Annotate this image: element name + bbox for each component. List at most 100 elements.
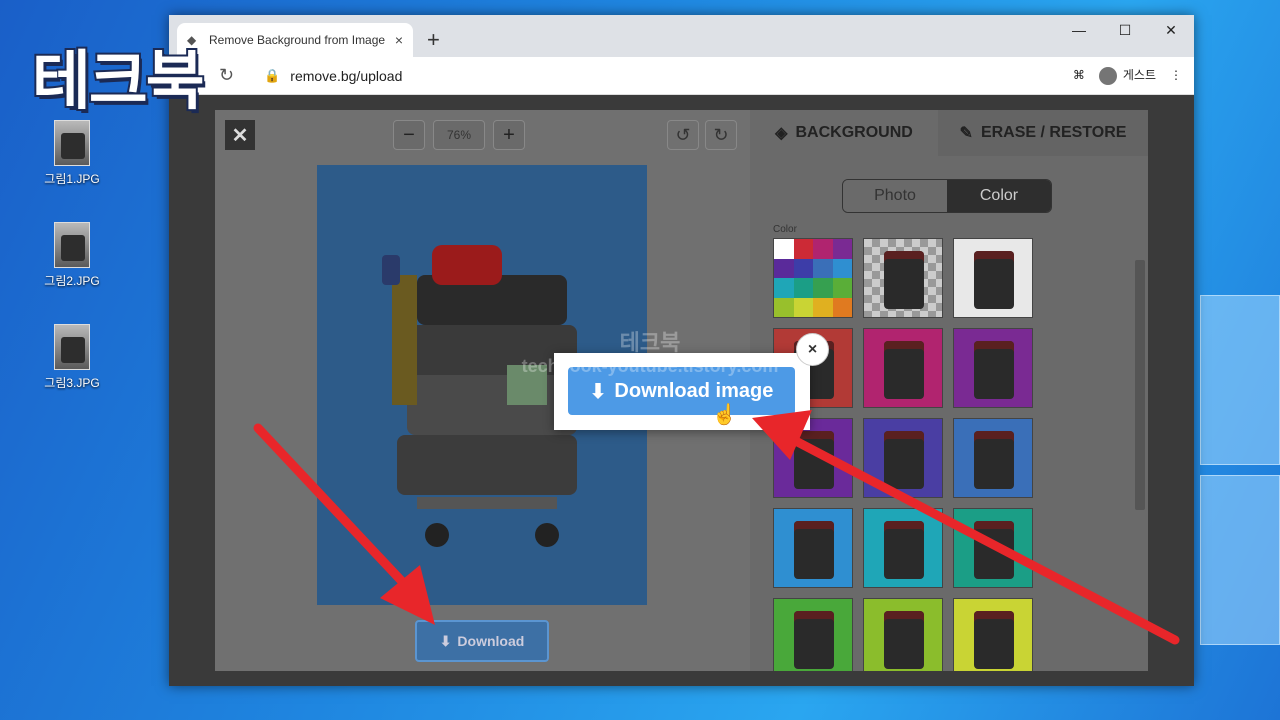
desktop-icon-label: 그림2.JPG: [44, 274, 100, 288]
palette-cell: [813, 239, 833, 259]
color-section-label: Color: [773, 224, 797, 235]
zoom-out-button[interactable]: −: [393, 120, 425, 150]
tab-background-label: BACKGROUND: [795, 124, 913, 141]
profile-button[interactable]: 게스트: [1098, 66, 1156, 85]
download-icon: ⬇: [589, 380, 607, 403]
color-swatch[interactable]: [773, 418, 853, 498]
color-swatch[interactable]: [863, 508, 943, 588]
minimize-icon[interactable]: —: [1056, 15, 1102, 45]
desktop-icon-image2[interactable]: 그림2.JPG: [40, 222, 104, 289]
palette-cell: [793, 239, 813, 259]
watermark: 테크북 techbook-youtube.tistory.com: [500, 330, 800, 378]
avatar-icon: [1098, 66, 1117, 85]
close-tab-icon[interactable]: ×: [395, 32, 403, 48]
tab-background[interactable]: ◈ BACKGROUND: [750, 110, 938, 156]
color-swatch[interactable]: [953, 418, 1033, 498]
luggage-thumbnail: [974, 611, 1014, 669]
palette-cell: [813, 278, 833, 298]
palette-cell: [813, 297, 833, 317]
image-thumbnail: [54, 222, 90, 268]
color-swatch[interactable]: [773, 508, 853, 588]
reload-icon[interactable]: ↻: [219, 65, 234, 86]
lock-icon[interactable]: 🔒: [264, 68, 280, 84]
brand-logo: 테크북: [30, 43, 207, 121]
windows-logo: [1195, 0, 1280, 720]
download-button[interactable]: ⬇ Download: [415, 620, 549, 662]
zoom-value: 76%: [433, 120, 485, 150]
tab-title: Remove Background from Image: [209, 33, 386, 47]
luggage-thumbnail: [974, 341, 1014, 399]
color-swatch[interactable]: [863, 238, 943, 318]
color-swatch[interactable]: [953, 328, 1033, 408]
address-bar[interactable]: remove.bg/upload: [290, 68, 1073, 84]
color-option[interactable]: Color: [947, 180, 1051, 212]
redo-icon[interactable]: ↻: [705, 120, 737, 150]
palette-cell: [793, 297, 813, 317]
luggage-thumbnail: [884, 251, 924, 309]
window-controls: — ☐ ✕: [1056, 15, 1194, 45]
color-swatch[interactable]: [863, 598, 943, 671]
luggage-thumbnail: [884, 341, 924, 399]
watermark-title: 테크북: [619, 330, 681, 355]
palette-cell: [774, 239, 794, 259]
luggage-thumbnail: [794, 521, 834, 579]
close-window-icon[interactable]: ✕: [1148, 15, 1194, 45]
luggage-thumbnail: [884, 521, 924, 579]
luggage-thumbnail: [794, 611, 834, 669]
color-swatch[interactable]: [953, 508, 1033, 588]
color-swatch[interactable]: [953, 238, 1033, 318]
desktop-icon-label: 그림3.JPG: [44, 376, 100, 390]
tab-erase-restore[interactable]: ✎ ERASE / RESTORE: [938, 110, 1148, 156]
color-swatch[interactable]: [863, 418, 943, 498]
color-swatch[interactable]: [863, 328, 943, 408]
palette-cell: [813, 258, 833, 278]
luggage-thumbnail: [884, 431, 924, 489]
luggage-thumbnail: [974, 251, 1014, 309]
menu-icon[interactable]: ⋮: [1170, 68, 1182, 82]
luggage-thumbnail: [794, 431, 834, 489]
download-icon: ⬇: [439, 632, 452, 649]
luggage-thumbnail: [974, 521, 1014, 579]
undo-icon[interactable]: ↺: [667, 120, 699, 150]
palette-cell: [832, 297, 852, 317]
photo-option[interactable]: Photo: [843, 180, 947, 212]
maximize-icon[interactable]: ☐: [1102, 15, 1148, 45]
color-swatch[interactable]: [953, 598, 1033, 671]
palette-cell: [832, 258, 852, 278]
palette-cell: [832, 239, 852, 259]
color-swatch[interactable]: [773, 598, 853, 671]
zoom-in-button[interactable]: +: [493, 120, 525, 150]
desktop-icon-image3[interactable]: 그림3.JPG: [40, 324, 104, 391]
luggage-thumbnail: [884, 611, 924, 669]
scrollbar[interactable]: [1135, 260, 1145, 510]
image-thumbnail: [54, 120, 90, 166]
brush-icon: ✎: [959, 125, 973, 142]
close-popup-icon[interactable]: ×: [796, 333, 829, 366]
tab-erase-label: ERASE / RESTORE: [980, 124, 1127, 141]
background-type-toggle: Photo Color: [842, 179, 1052, 213]
watermark-url: techbook-youtube.tistory.com: [521, 356, 779, 377]
color-swatch[interactable]: [773, 238, 853, 318]
desktop-icon-image1[interactable]: 그림1.JPG: [40, 120, 104, 187]
palette-cell: [774, 278, 794, 298]
profile-label: 게스트: [1122, 68, 1156, 83]
close-editor-icon[interactable]: ✕: [225, 120, 255, 150]
luggage-thumbnail: [974, 431, 1014, 489]
color-swatch-grid: [773, 238, 1033, 671]
browser-tab[interactable]: ◆ Remove Background from Image ×: [177, 23, 413, 57]
download-label: Download: [457, 633, 525, 649]
palette-cell: [774, 297, 794, 317]
hand-cursor-icon: ☝: [712, 404, 737, 426]
layers-icon: ◈: [775, 125, 788, 142]
palette-cell: [832, 278, 852, 298]
new-tab-button[interactable]: +: [427, 27, 440, 53]
image-thumbnail: [54, 324, 90, 370]
desktop-icon-label: 그림1.JPG: [44, 172, 100, 186]
zoom-controls: − 76% +: [393, 120, 525, 150]
translate-icon[interactable]: ⌘: [1073, 68, 1085, 82]
palette-cell: [774, 258, 794, 278]
tab-strip: ◆ Remove Background from Image × + — ☐ ✕: [169, 15, 1194, 57]
download-image-label: Download image: [614, 379, 774, 402]
palette-cell: [793, 278, 813, 298]
editor-tabs: ◈ BACKGROUND ✎ ERASE / RESTORE: [750, 110, 1148, 156]
